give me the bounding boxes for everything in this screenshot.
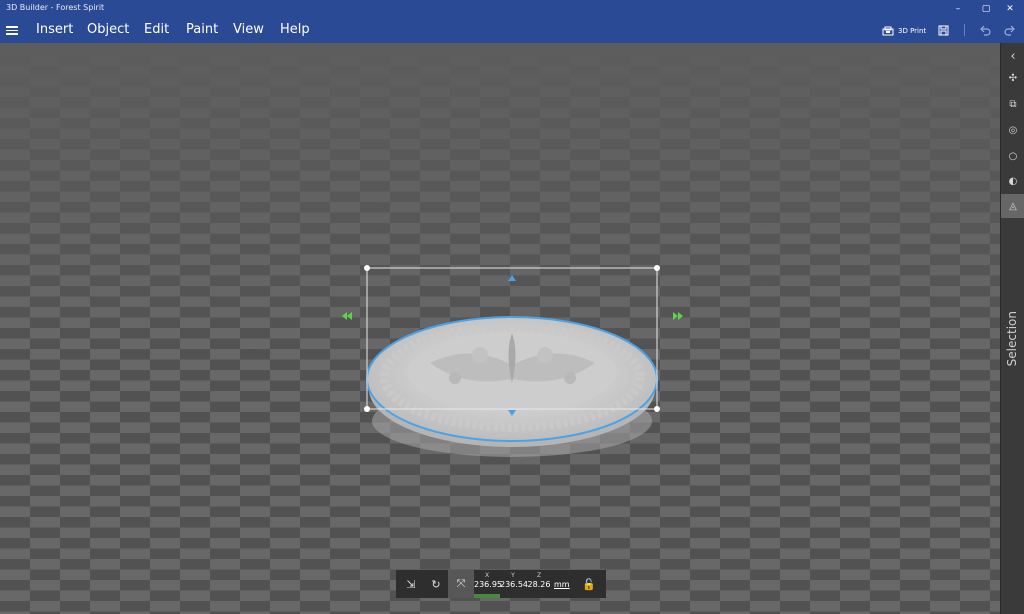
menu-edit[interactable]: Edit <box>144 22 169 37</box>
redo-icon[interactable] <box>1003 23 1017 37</box>
print-icon <box>882 26 894 36</box>
corner-handle[interactable] <box>364 265 370 271</box>
object-toolbar: ⇲ ↻ ⤧ X 236.95 Y 236.54 Z 28.26 mm 🔓 <box>396 570 606 598</box>
save-icon[interactable] <box>936 23 950 37</box>
undo-icon[interactable] <box>978 23 992 37</box>
lasso-icon[interactable]: ✣ <box>1005 70 1021 86</box>
window-title: 3D Builder - Forest Spirit <box>6 3 105 12</box>
move-tool-icon[interactable]: ⇲ <box>398 570 424 598</box>
unit-selector[interactable]: mm <box>554 580 570 589</box>
scene[interactable] <box>0 43 1000 614</box>
select-region-icon[interactable]: ◐ <box>1005 173 1021 189</box>
toolbar-separator <box>964 24 965 36</box>
menu-insert[interactable]: Insert <box>36 22 73 37</box>
3d-print-button[interactable]: 3D Print <box>882 24 926 38</box>
select-object-icon[interactable]: ⧉ <box>1005 96 1021 112</box>
scale-tool-icon[interactable]: ⤧ <box>448 570 474 598</box>
minimize-button[interactable]: – <box>944 0 972 18</box>
selection-label: Selection <box>1005 311 1019 367</box>
3d-viewport[interactable] <box>0 43 1000 614</box>
dimension-z[interactable]: Z 28.26 <box>526 570 552 598</box>
3d-print-label: 3D Print <box>898 27 927 35</box>
dimension-y[interactable]: Y 236.54 <box>500 570 528 598</box>
corner-handle[interactable] <box>654 265 660 271</box>
select-face-icon[interactable]: ◎ <box>1005 122 1021 138</box>
menu-object[interactable]: Object <box>87 22 129 37</box>
menu-view[interactable]: View <box>233 22 264 37</box>
hamburger-menu-icon[interactable] <box>6 24 18 36</box>
collapse-panel-icon[interactable]: ‹ <box>1005 48 1021 64</box>
close-button[interactable]: ✕ <box>996 0 1024 18</box>
selection-panel: ‹ ✣ ⧉ ◎ ○ ◐ ◬ Selection <box>1000 43 1024 614</box>
corner-handle[interactable] <box>654 406 660 412</box>
active-axis-indicator <box>474 594 500 598</box>
menu-bar: Insert Object Edit Paint View Help 3D Pr… <box>0 18 1024 43</box>
title-bar: 3D Builder - Forest Spirit – ▢ ✕ <box>0 0 1024 18</box>
forest-spirit-model[interactable] <box>366 316 658 447</box>
select-triangle-icon[interactable]: ◬ <box>1001 194 1024 218</box>
menu-help[interactable]: Help <box>280 22 310 37</box>
rotate-tool-icon[interactable]: ↻ <box>423 570 449 598</box>
select-circle-icon[interactable]: ○ <box>1005 148 1021 164</box>
lock-icon[interactable]: 🔓 <box>576 570 602 598</box>
corner-handle[interactable] <box>364 406 370 412</box>
menu-paint[interactable]: Paint <box>186 22 218 37</box>
